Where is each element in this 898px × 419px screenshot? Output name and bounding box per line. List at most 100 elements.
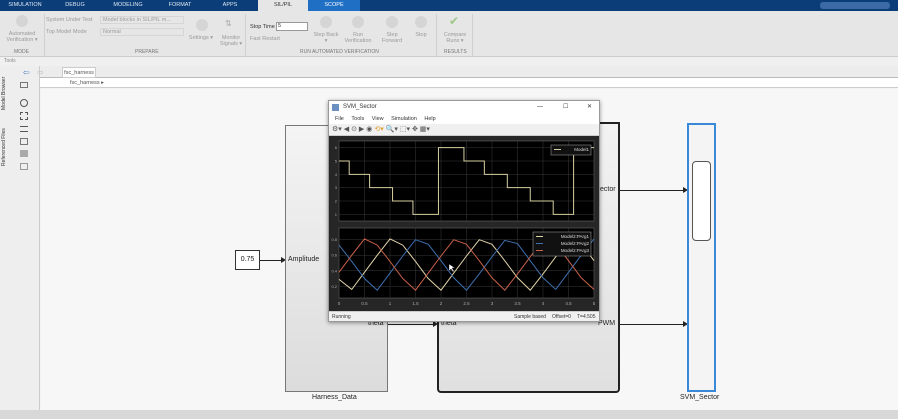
hide-browser-icon[interactable] xyxy=(20,82,28,88)
zoom-icon[interactable]: 🔍▾ xyxy=(386,126,398,133)
fast-restart-toggle[interactable]: Fast Restart xyxy=(250,36,280,42)
y-tick-label: 5 xyxy=(335,159,338,164)
x-tick-label: 5 xyxy=(593,301,596,306)
close-button[interactable]: ✕ xyxy=(587,101,592,114)
stop-time-input[interactable]: 5 xyxy=(276,22,308,31)
minimize-button[interactable]: — xyxy=(537,101,543,114)
amplitude-port: Amplitude xyxy=(288,256,320,263)
run-verification-button[interactable]: Run Verification xyxy=(340,32,376,44)
image-icon[interactable] xyxy=(20,138,28,145)
svm-sector-scope-block[interactable] xyxy=(687,123,716,392)
breadcrumb[interactable]: fsc_harness ▸ xyxy=(40,78,898,88)
top-model-mode-dropdown[interactable]: Normal xyxy=(100,28,184,36)
checkbox-icon[interactable] xyxy=(20,163,28,170)
tab-apps[interactable]: APPS xyxy=(215,0,245,11)
maximize-button[interactable]: ☐ xyxy=(563,101,568,114)
side-tab-referenced-files[interactable]: Referenced Files xyxy=(1,116,10,166)
sector-port: ector xyxy=(600,186,616,193)
menu-view[interactable]: View xyxy=(372,116,384,122)
x-tick-label: 1 xyxy=(389,301,392,306)
y-tick-label: 0.6 xyxy=(331,253,337,258)
legend-entry: Model2:PArg1 xyxy=(561,234,590,239)
menu-help[interactable]: Help xyxy=(424,116,435,122)
x-tick-label: 1.5 xyxy=(412,301,419,306)
scope-status-bar: Running Sample based Offset=0 T=4.505 xyxy=(329,311,599,321)
measure-icon[interactable]: ▦▾ xyxy=(420,126,430,133)
x-tick-label: 3.5 xyxy=(514,301,521,306)
tab-simulation[interactable]: SIMULATION xyxy=(4,0,46,11)
menu-simulation[interactable]: Simulation xyxy=(391,116,417,122)
highlight-icon[interactable]: ⟲▾ xyxy=(374,126,383,133)
monitor-signals-icon: ⇅ xyxy=(225,19,232,28)
results-group-label: RESULTS xyxy=(444,49,467,55)
prepare-group-label: PREPARE xyxy=(135,49,159,55)
step-forward-icon[interactable]: ▶ xyxy=(359,126,364,133)
legend-entry: Model2:PArg2 xyxy=(561,241,590,246)
automated-verification-button[interactable]: Automated Verification ▾ xyxy=(2,31,42,43)
tab-scope[interactable]: SCOPE xyxy=(308,0,360,11)
menu-tools[interactable]: Tools xyxy=(351,116,364,122)
tab-modeling[interactable]: MODELING xyxy=(108,0,148,11)
step-back-icon xyxy=(320,16,332,28)
tab-debug[interactable]: DEBUG xyxy=(58,0,92,11)
cursor-icon[interactable]: ✥ xyxy=(412,126,418,133)
back-icon[interactable]: ⇦ xyxy=(23,68,30,77)
compare-runs-icon: ✔ xyxy=(449,14,460,28)
y-tick-label: 4 xyxy=(335,172,338,177)
step-forward-button[interactable]: Step Forward xyxy=(378,32,406,44)
step-back-button[interactable]: Step Back ▾ xyxy=(312,32,340,44)
search-box[interactable] xyxy=(820,2,890,9)
scope-screen-icon xyxy=(692,161,711,241)
automated-verification-icon xyxy=(16,15,28,27)
settings-icon[interactable]: ⚙▾ xyxy=(332,126,342,133)
scale-icon[interactable]: ⬚▾ xyxy=(400,126,410,133)
scope-plots[interactable]: 1 2 3 4 5 6 Model1 0.2 0.4 0.6 0.8 0 0.5 1 1.5 2 2.5 3 3.5… xyxy=(329,136,599,312)
status-offset: Offset=0 xyxy=(552,314,571,320)
settings-button[interactable]: Settings ▾ xyxy=(186,35,216,41)
status-bar xyxy=(0,410,898,419)
arrow-icon[interactable] xyxy=(20,126,28,132)
system-under-test-dropdown[interactable]: Model blocks in SIL/PIL m... xyxy=(100,16,184,24)
stop-time-label: Stop Time xyxy=(250,24,275,30)
tab-format[interactable]: FORMAT xyxy=(162,0,198,11)
tab-sil-pil[interactable]: SIL/PIL xyxy=(258,0,308,11)
x-tick-label: 4 xyxy=(542,301,545,306)
monitor-signals-button[interactable]: Monitor Signals ▾ xyxy=(215,35,247,47)
stop-icon[interactable]: ◉ xyxy=(366,126,372,133)
x-tick-label: 0 xyxy=(338,301,341,306)
y-tick-label: 0.8 xyxy=(331,237,337,242)
step-back-icon[interactable]: ◀ xyxy=(344,126,349,133)
stop-icon xyxy=(415,16,427,28)
left-toolbar: Model Browser Referenced Files xyxy=(0,66,40,410)
fit-view-icon[interactable] xyxy=(20,112,28,120)
forward-icon[interactable]: ⇨ xyxy=(37,68,44,77)
legend-entry: Model1 xyxy=(574,147,589,152)
status-running: Running xyxy=(332,314,351,320)
step-forward-icon xyxy=(386,16,398,28)
scope-title-bar: SVM_Sector — ☐ ✕ xyxy=(329,101,599,114)
y-tick-label: 2 xyxy=(335,199,338,204)
harness-data-label: Harness_Data xyxy=(312,394,357,401)
doc-tab-fsc-harness[interactable]: fsc_harness xyxy=(62,67,96,78)
legend-entry: Model2:PArg3 xyxy=(561,248,590,253)
menu-file[interactable]: File xyxy=(335,116,344,122)
system-under-test-label: System Under Test xyxy=(46,17,93,23)
run-icon[interactable]: ⊙ xyxy=(351,126,357,133)
stop-button[interactable]: Stop xyxy=(410,32,432,38)
side-tab-model-browser[interactable]: Model Browser xyxy=(1,70,10,110)
y-tick-label: 0.2 xyxy=(331,284,337,289)
x-tick-label: 0.5 xyxy=(361,301,368,306)
zoom-icon[interactable] xyxy=(20,99,28,107)
constant-block[interactable]: 0.75 xyxy=(235,250,260,270)
ribbon: Automated Verification ▾ MODE System Und… xyxy=(0,11,898,57)
compare-runs-button[interactable]: Compare Runs ▾ xyxy=(440,32,470,44)
x-tick-label: 3 xyxy=(491,301,494,306)
pwm-port: PWM xyxy=(598,320,616,327)
y-tick-label: 1 xyxy=(335,212,338,217)
status-sample-based: Sample based xyxy=(514,314,546,320)
area-icon[interactable] xyxy=(20,150,28,157)
run-icon xyxy=(352,16,364,28)
scope-toolbar: ⚙▾ ◀ ⊙ ▶ ◉ ⟲▾ 🔍▾ ⬚▾ ✥ ▦▾ xyxy=(329,124,599,136)
scope-window: SVM_Sector — ☐ ✕ File Tools View Simulat… xyxy=(328,100,600,322)
y-tick-label: 3 xyxy=(335,185,338,190)
